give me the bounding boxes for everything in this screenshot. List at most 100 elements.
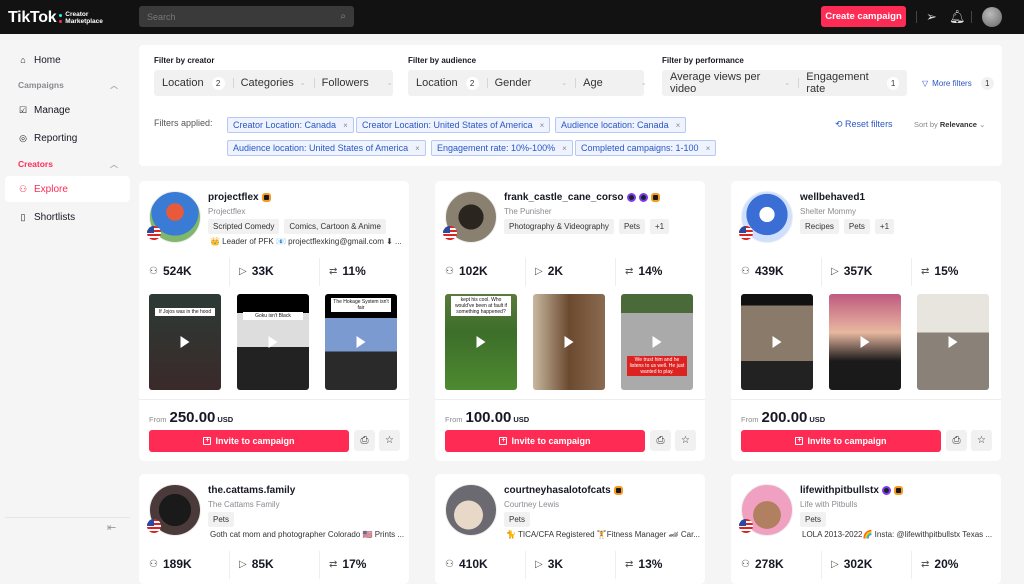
creator-card[interactable]: the.cattams.family The Cattams Family Pe…: [139, 474, 409, 584]
creator-username[interactable]: frank_castle_cane_corso: [504, 192, 624, 203]
creator-display-name: The Punisher: [504, 207, 552, 216]
video-thumbnail[interactable]: kept his cool. Who would've been at faul…: [445, 294, 517, 390]
creator-card[interactable]: projectflex Projectflex Scripted Comedy C…: [139, 181, 409, 461]
views-stat: ▷ 302K: [821, 549, 911, 579]
followers-filter[interactable]: Followers ⌄: [313, 70, 401, 96]
categories-filter[interactable]: Categories ⌄: [232, 70, 314, 96]
category-tag: Photography & Videography: [504, 219, 614, 234]
creator-username[interactable]: wellbehaved1: [800, 192, 865, 203]
creator-card[interactable]: courtneyhasalotofcats Courtney Lewis Pet…: [435, 474, 705, 584]
bookmark-icon: ⎙: [360, 435, 369, 446]
verified-badge-icon: [261, 193, 271, 202]
close-icon[interactable]: ×: [706, 144, 711, 153]
shortlist-button[interactable]: ⎙: [946, 430, 967, 451]
tiktok-logo[interactable]: TikTok Creator Marketplace: [8, 9, 103, 27]
video-thumbnail[interactable]: The Hokage System isn't fair: [325, 294, 397, 390]
sidebar-item-reporting[interactable]: ◎ Reporting: [5, 125, 130, 151]
close-icon[interactable]: ×: [540, 121, 545, 130]
engagement-stat: ⇄ 14%: [615, 256, 705, 286]
video-thumbnail[interactable]: [917, 294, 989, 390]
video-thumbnail[interactable]: [829, 294, 901, 390]
invite-to-campaign-button[interactable]: + Invite to campaign: [149, 430, 349, 452]
section-creators[interactable]: Creators ︿: [18, 159, 118, 169]
engagement-rate-filter[interactable]: Engagement rate 1: [798, 70, 907, 96]
creator-filter-group: Location 2 Categories ⌄ Followers ⌄: [154, 70, 393, 96]
creator-username[interactable]: courtneyhasalotofcats: [504, 485, 611, 496]
creator-location-filter[interactable]: Location 2: [154, 70, 233, 96]
filter-chip[interactable]: Creator Location: United States of Ameri…: [356, 117, 551, 133]
creator-bio: 🐈 TICA/CFA Registered 🏋Fitness Manager 🏎…: [506, 530, 700, 539]
category-tag: Pets: [208, 512, 235, 527]
creator-display-name: Shelter Mommy: [800, 207, 857, 216]
repeat-icon: ⇄: [625, 265, 634, 277]
creator-username[interactable]: projectflex: [208, 192, 259, 203]
creator-card[interactable]: wellbehaved1 Shelter Mommy Recipes Pets +1…: [731, 181, 1001, 461]
category-tag: Comics, Cartoon & Anime: [284, 219, 386, 234]
invite-to-campaign-button[interactable]: + Invite to campaign: [445, 430, 645, 452]
filter-chip[interactable]: Audience location: Canada ×: [555, 117, 687, 133]
followers-stat: ⚇ 410K: [445, 557, 488, 571]
more-tags[interactable]: +1: [874, 219, 895, 234]
create-campaign-button[interactable]: Create campaign: [821, 6, 906, 27]
more-tags[interactable]: +1: [649, 219, 670, 234]
reset-icon: ⟲: [835, 119, 846, 129]
favorite-button[interactable]: ☆: [379, 430, 400, 451]
favorite-button[interactable]: ☆: [675, 430, 696, 451]
badge-icon: [638, 193, 648, 202]
sidebar-item-shortlists[interactable]: ▯ Shortlists: [5, 204, 130, 230]
filter-chip[interactable]: Completed campaigns: 1-100 ×: [575, 140, 717, 156]
close-icon[interactable]: ×: [676, 121, 681, 130]
age-filter[interactable]: Age ⌄: [575, 70, 654, 96]
reset-filters-button[interactable]: ⟲ Reset filters: [835, 119, 893, 130]
manage-icon: ☑: [18, 104, 28, 115]
collapse-sidebar-icon[interactable]: ⇤: [107, 521, 116, 534]
creator-card[interactable]: frank_castle_cane_corso The Punisher Pho…: [435, 181, 705, 461]
filter-audience-label: Filter by audience: [408, 56, 477, 65]
bell-icon[interactable]: 🔔︎: [949, 9, 966, 25]
shortlist-button[interactable]: ⎙: [650, 430, 671, 451]
category-tag: Pets: [800, 512, 827, 527]
creator-avatar[interactable]: [445, 484, 497, 536]
top-bar: TikTok Creator Marketplace Search ⌕ Creat…: [0, 0, 1024, 34]
invite-to-campaign-button[interactable]: + Invite to campaign: [741, 430, 941, 452]
avg-views-filter[interactable]: Average views per video ⌄: [662, 70, 798, 96]
search-icon[interactable]: ⌕: [340, 11, 346, 22]
video-thumbnail[interactable]: Goku isn't Black: [237, 294, 309, 390]
video-thumbnail[interactable]: [741, 294, 813, 390]
close-icon[interactable]: ×: [415, 144, 420, 153]
search-input[interactable]: Search ⌕: [139, 6, 354, 27]
user-avatar[interactable]: [982, 7, 1002, 27]
video-thumbnail[interactable]: [533, 294, 605, 390]
views-stat: ▷ 357K: [821, 256, 911, 286]
filter-chip[interactable]: Engagement rate: 10%-100% ×: [431, 140, 573, 156]
video-thumbnail[interactable]: We trust him and he listens to us well. …: [621, 294, 693, 390]
sidebar-item-explore[interactable]: ⚇ Explore: [5, 176, 130, 202]
engagement-stat: ⇄ 17%: [319, 549, 409, 579]
close-icon[interactable]: ×: [343, 121, 348, 130]
filter-chip[interactable]: Creator Location: Canada ×: [227, 117, 354, 133]
chevron-up-icon: ︿: [110, 81, 118, 90]
creator-bio: LOLA 2013-2022🌈 Insta: @lifewithpitbulls…: [802, 530, 993, 539]
video-thumbnail[interactable]: If Jojos was in the hood: [149, 294, 221, 390]
shortlist-button[interactable]: ⎙: [354, 430, 375, 451]
creator-username[interactable]: the.cattams.family: [208, 485, 295, 496]
reporting-icon: ◎: [19, 132, 27, 143]
bookmark-icon: ⎙: [656, 435, 665, 446]
sort-dropdown[interactable]: Sort by Relevance ⌄: [914, 120, 985, 129]
creator-card[interactable]: lifewithpitbullstx Life with Pitbulls Pe…: [731, 474, 1001, 584]
chevron-down-icon: ⌄: [561, 80, 568, 87]
gender-filter[interactable]: Gender ⌄: [486, 70, 576, 96]
price: From 250.00 USD: [149, 409, 234, 426]
plus-icon: +: [499, 437, 508, 445]
creator-bio: Goth cat mom and photographer Colorado 🇺…: [210, 530, 405, 539]
section-campaigns[interactable]: Campaigns ︿: [18, 80, 118, 90]
audience-location-filter[interactable]: Location 2: [408, 70, 487, 96]
more-filters-button[interactable]: ▽ More filters 1: [922, 77, 994, 90]
favorite-button[interactable]: ☆: [971, 430, 992, 451]
sidebar-item-manage[interactable]: ☑ Manage: [5, 97, 130, 123]
sidebar-item-home[interactable]: ⌂ Home: [5, 47, 130, 73]
close-icon[interactable]: ×: [562, 144, 567, 153]
creator-username[interactable]: lifewithpitbullstx: [800, 485, 879, 496]
filter-chip[interactable]: Audience location: United States of Amer…: [227, 140, 426, 156]
send-icon[interactable]: ➢: [926, 9, 937, 25]
